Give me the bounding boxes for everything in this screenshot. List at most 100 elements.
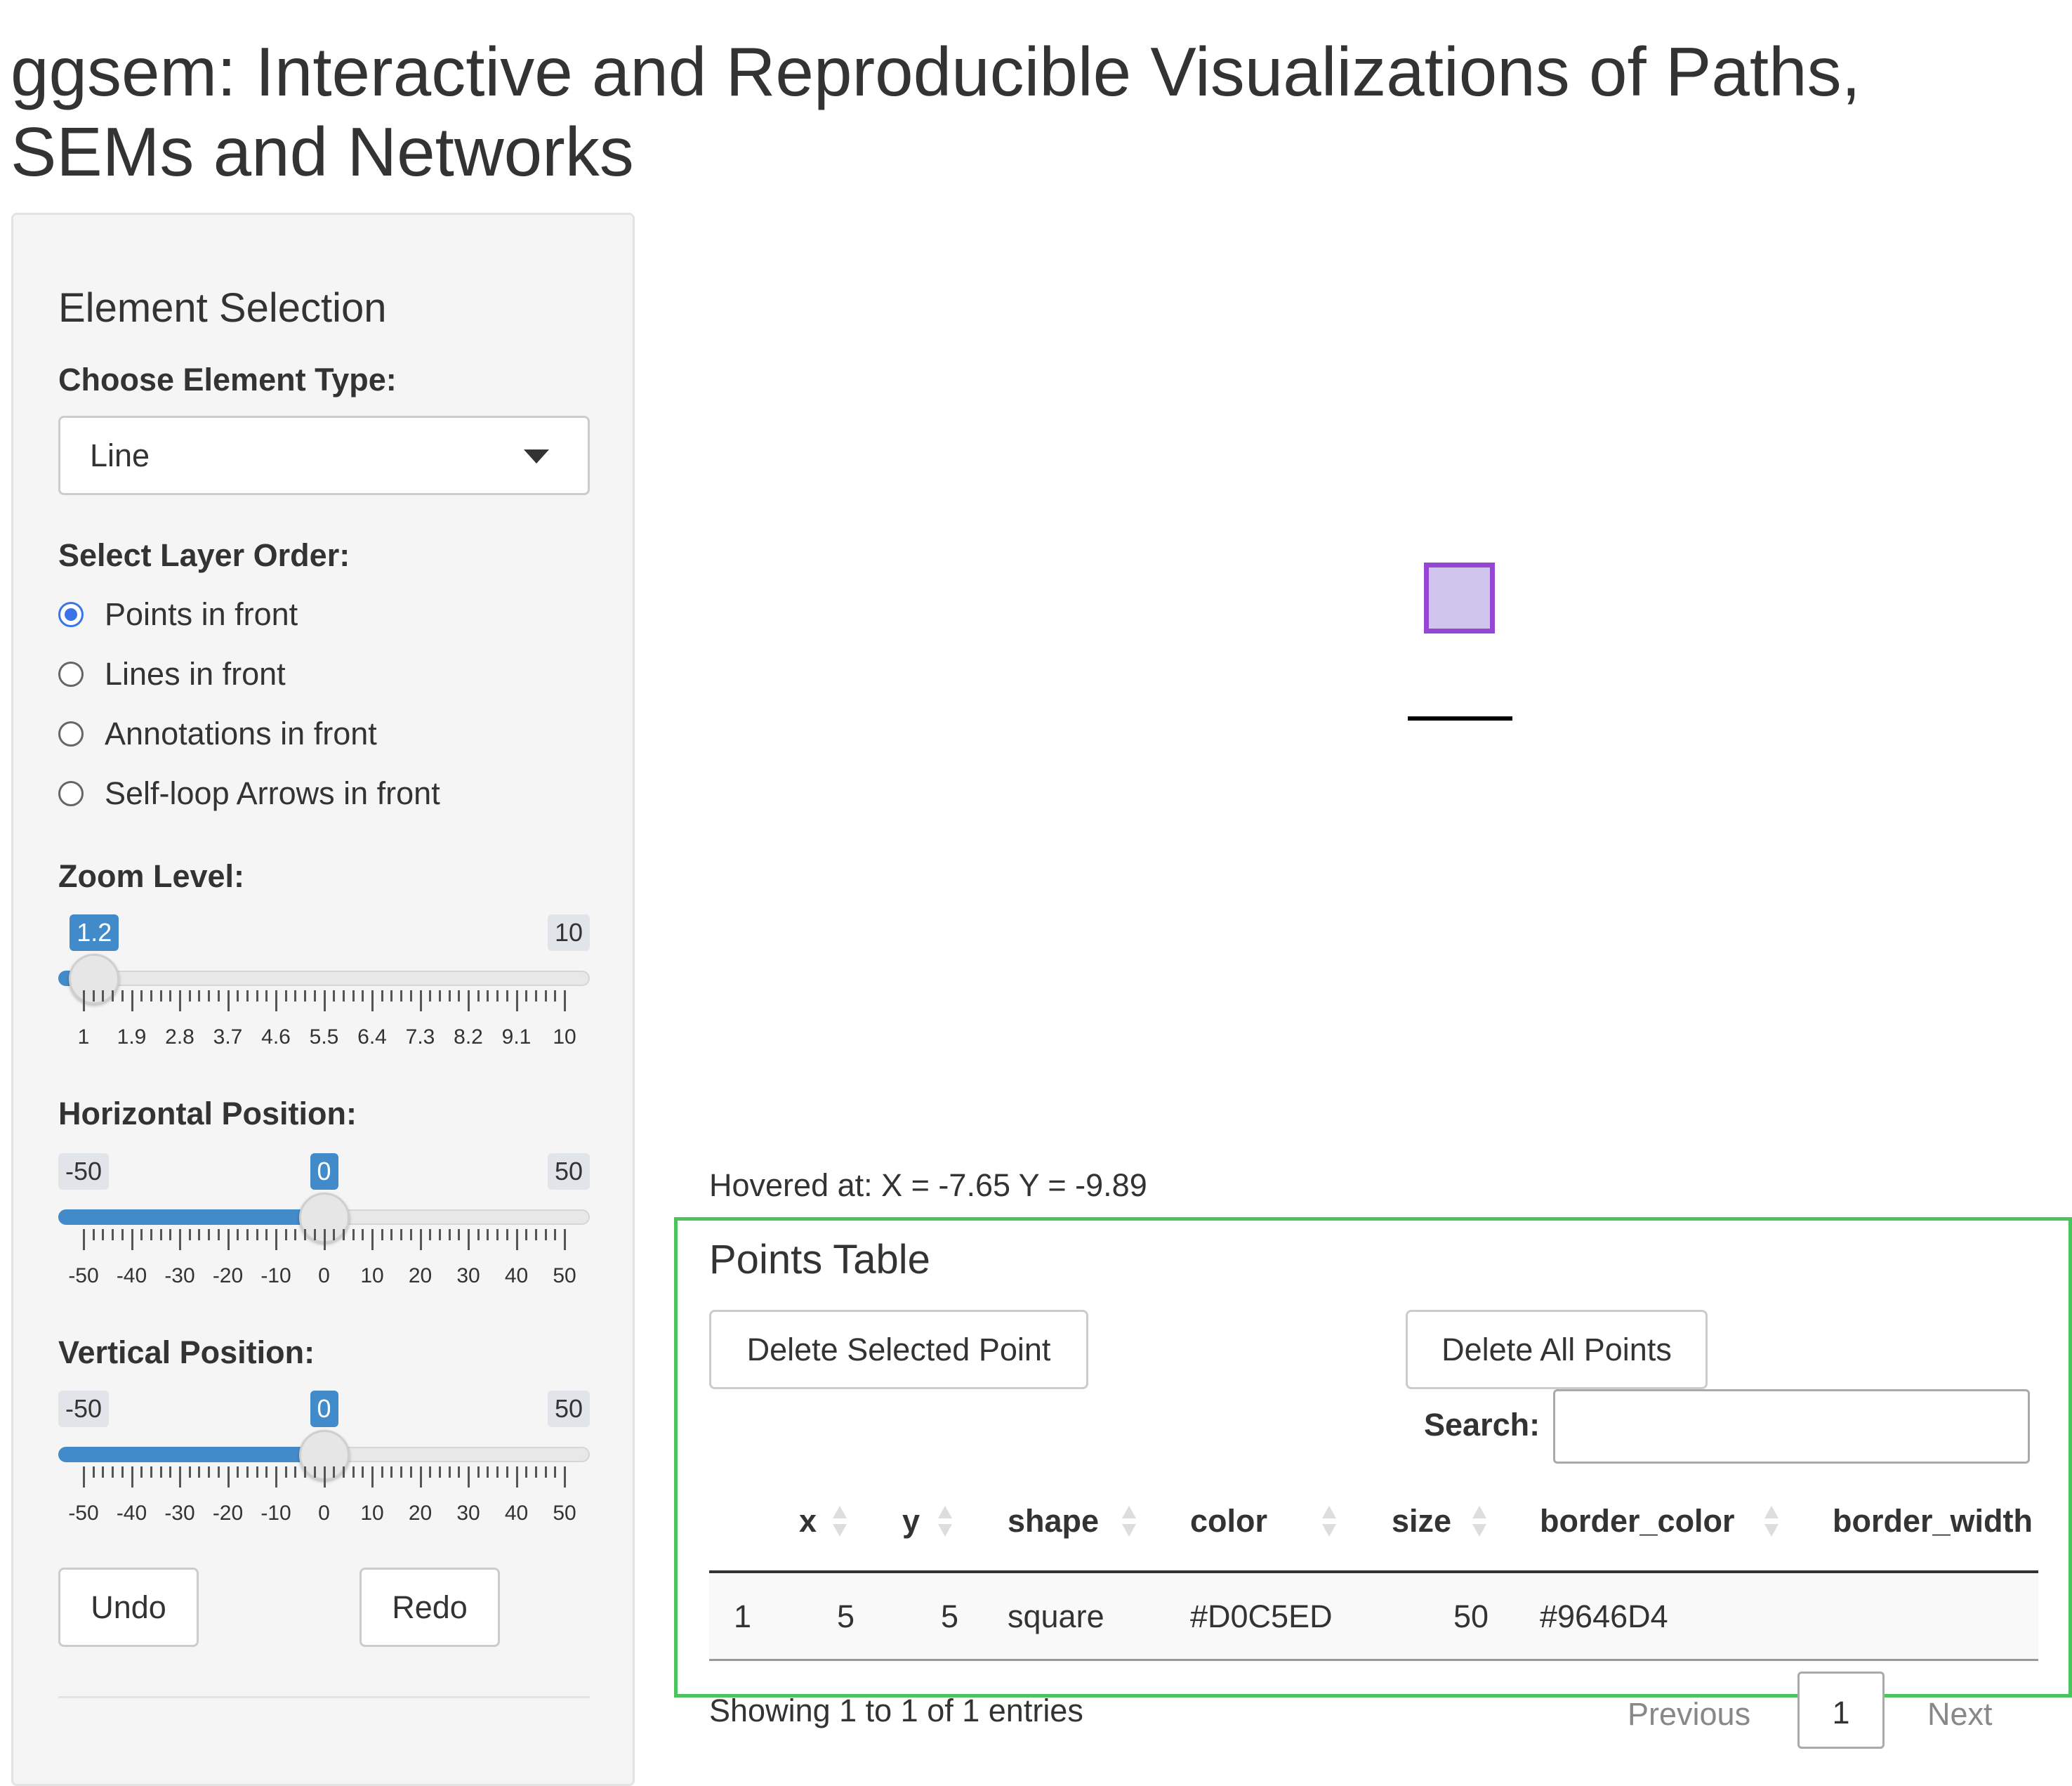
slider-minor-tick: [362, 1466, 364, 1478]
slider-major-tick: [515, 1229, 518, 1250]
slider-minor-tick: [246, 990, 249, 1002]
column-header-shape[interactable]: shape: [1008, 1503, 1099, 1539]
slider-major-tick: [323, 1466, 326, 1488]
radio-icon[interactable]: [58, 721, 84, 747]
slider-tick-label: 9.1: [501, 1025, 532, 1049]
sort-icon[interactable]: [1322, 1502, 1336, 1544]
table-row[interactable]: [709, 1573, 2038, 1659]
slider-tick-label: 50: [553, 1502, 576, 1525]
slider-tick-label: 1: [77, 1025, 90, 1049]
column-header-color[interactable]: color: [1190, 1503, 1267, 1539]
column-header-border-color[interactable]: border_color: [1540, 1503, 1735, 1539]
slider-tick-label: 30: [456, 1264, 480, 1287]
slider-major-tick: [419, 1229, 422, 1250]
horizontal-position-slider[interactable]: -50 0 50 -50 -40 -30 -20 -10 0 10 20 30 40 50: [58, 1153, 590, 1294]
slider-minor-tick: [112, 1466, 114, 1478]
undo-button[interactable]: Undo: [58, 1568, 199, 1647]
slider-track[interactable]: [58, 971, 590, 986]
slider-minor-tick: [265, 1466, 268, 1478]
column-header-x[interactable]: x: [799, 1503, 817, 1539]
slider-minor-tick: [409, 1466, 412, 1478]
slider-minor-tick: [448, 1229, 451, 1240]
layer-option-lines[interactable]: Lines in front: [58, 653, 286, 695]
slider-minor-tick: [525, 1229, 528, 1240]
sort-icon[interactable]: [1472, 1502, 1486, 1544]
slider-minor-tick: [409, 990, 412, 1002]
zoom-slider[interactable]: 1.2 10 1 1.9 2.8 3.7 4.6 5.5 6.4 7.3 8.2 9.1 10: [58, 914, 590, 1055]
slider-major-tick: [275, 990, 277, 1011]
slider-minor-tick: [246, 1466, 249, 1478]
slider-minor-tick: [333, 1229, 336, 1240]
slider-ticks: -50 -40 -30 -20 -10 0 10 20 30 40 50: [58, 1466, 590, 1525]
slider-major-tick: [371, 1229, 374, 1250]
column-header-y[interactable]: y: [902, 1503, 920, 1539]
search-input[interactable]: [1553, 1389, 2030, 1464]
radio-icon[interactable]: [58, 602, 84, 627]
slider-minor-tick: [477, 990, 480, 1002]
page-1-button[interactable]: 1: [1797, 1672, 1885, 1749]
slider-tick-label: 50: [553, 1264, 576, 1287]
slider-minor-tick: [237, 1229, 239, 1240]
slider-minor-tick: [112, 1229, 114, 1240]
next-page-button[interactable]: Next: [1927, 1696, 1993, 1733]
redo-button[interactable]: Redo: [359, 1568, 500, 1647]
slider-tick-label: 4.6: [261, 1025, 291, 1049]
sort-icon[interactable]: [1764, 1502, 1779, 1544]
slider-minor-tick: [92, 990, 95, 1002]
slider-major-tick: [83, 990, 85, 1011]
radio-icon[interactable]: [58, 662, 84, 687]
slider-major-tick: [419, 990, 422, 1011]
layer-option-label: Annotations in front: [105, 716, 377, 751]
slider-minor-tick: [400, 1229, 403, 1240]
slider-minor-tick: [169, 1229, 172, 1240]
slider-minor-tick: [256, 1466, 258, 1478]
slider-minor-tick: [140, 1229, 143, 1240]
cell-shape: square: [1008, 1598, 1104, 1634]
slider-tick-label: -10: [260, 1502, 291, 1525]
slider-minor-tick: [265, 990, 268, 1002]
slider-minor-tick: [487, 1229, 489, 1240]
layer-option-points[interactable]: Points in front: [58, 593, 298, 636]
slider-minor-tick: [534, 990, 537, 1002]
slider-minor-tick: [284, 990, 287, 1002]
table-info: Showing 1 to 1 of 1 entries: [709, 1693, 1083, 1728]
slider-major-tick: [468, 1229, 470, 1250]
slider-minor-tick: [333, 1466, 336, 1478]
slider-minor-tick: [256, 990, 258, 1002]
previous-page-button[interactable]: Previous: [1628, 1696, 1750, 1733]
sort-icon[interactable]: [1122, 1502, 1136, 1544]
slider-minor-tick: [544, 1229, 547, 1240]
plot-square-point[interactable]: [1424, 563, 1495, 633]
radio-icon[interactable]: [58, 781, 84, 806]
slider-major-tick: [131, 1466, 133, 1488]
plot-line[interactable]: [1408, 716, 1512, 721]
zoom-level-label: Zoom Level:: [58, 858, 245, 894]
slider-minor-tick: [352, 1229, 355, 1240]
delete-selected-point-button[interactable]: Delete Selected Point: [709, 1310, 1088, 1389]
column-header-border-width[interactable]: border_width: [1833, 1503, 2033, 1539]
vertical-position-slider[interactable]: -50 0 50 -50 -40 -30 -20 -10 0 10 20 30 40 50: [58, 1391, 590, 1531]
search-label: Search:: [1424, 1407, 1540, 1443]
slider-minor-tick: [342, 990, 345, 1002]
slider-ticks: -50 -40 -30 -20 -10 0 10 20 30 40 50: [58, 1229, 590, 1287]
slider-minor-tick: [217, 990, 220, 1002]
slider-minor-tick: [284, 1229, 287, 1240]
layer-option-self-loop[interactable]: Self-loop Arrows in front: [58, 773, 440, 815]
slider-minor-tick: [169, 1466, 172, 1478]
slider-tick-label: 7.3: [405, 1025, 435, 1049]
sort-icon[interactable]: [938, 1502, 952, 1544]
slider-major-tick: [468, 990, 470, 1011]
element-selection-heading: Element Selection: [58, 285, 387, 331]
slider-minor-tick: [342, 1466, 345, 1478]
element-type-select[interactable]: Line: [58, 416, 590, 495]
hover-coordinates: Hovered at: X = -7.65 Y = -9.89: [709, 1167, 1147, 1203]
sort-icon[interactable]: [833, 1502, 847, 1544]
slider-major-tick: [131, 990, 133, 1011]
column-header-size[interactable]: size: [1392, 1503, 1451, 1539]
element-type-label: Choose Element Type:: [58, 362, 397, 398]
slider-tick-label: 40: [504, 1264, 529, 1287]
slider-minor-tick: [198, 1466, 201, 1478]
layer-option-annotations[interactable]: Annotations in front: [58, 713, 377, 755]
delete-all-points-button[interactable]: Delete All Points: [1406, 1310, 1708, 1389]
slider-minor-tick: [159, 990, 162, 1002]
